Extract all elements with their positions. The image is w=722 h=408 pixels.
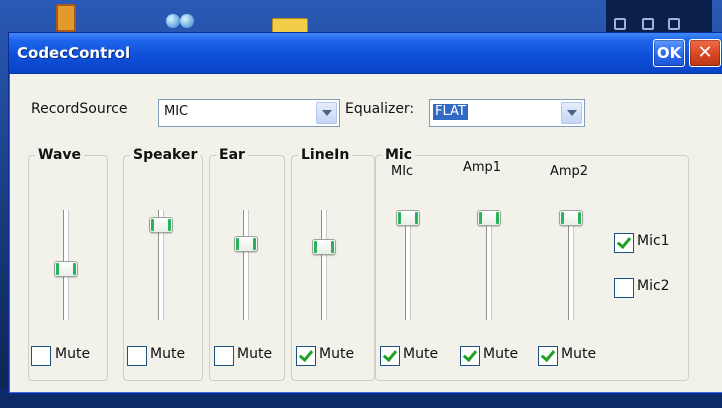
speaker-group-label: Speaker — [130, 147, 201, 163]
mic2-checkbox[interactable] — [614, 278, 634, 298]
speaker-mute-checkbox[interactable] — [127, 346, 147, 366]
window-title: CodecControl — [17, 44, 131, 62]
mic-slider-track[interactable] — [405, 210, 411, 320]
linein-group: LineIn Mute — [291, 147, 375, 381]
wave-mute-checkbox[interactable] — [31, 346, 51, 366]
mic1-checkbox[interactable] — [614, 233, 634, 253]
chevron-down-icon[interactable] — [561, 102, 582, 124]
speaker-slider-thumb[interactable] — [149, 217, 173, 233]
codec-control-window: CodecControl OK ✕ RecordSource MIC Equal… — [8, 32, 722, 394]
amp2-mute-label: Mute — [561, 346, 597, 362]
ok-button[interactable]: OK — [653, 39, 685, 67]
mic-group: Mic MIc Amp1 Amp2 Mute Mute Mute Mic1 Mi… — [375, 147, 689, 381]
title-bar[interactable]: CodecControl OK ✕ — [9, 33, 722, 74]
mic-mute-label: Mute — [403, 346, 439, 362]
equalizer-select[interactable]: FLAT — [429, 99, 585, 127]
wave-group-label: Wave — [35, 147, 85, 163]
ear-mute-checkbox[interactable] — [214, 346, 234, 366]
document-icon[interactable] — [56, 4, 76, 32]
mic-slider-thumb[interactable] — [396, 210, 420, 226]
wave-mute-label: Mute — [55, 346, 91, 362]
amp1-mute-checkbox[interactable] — [460, 346, 480, 366]
ear-group: Ear Mute — [209, 147, 285, 381]
linein-group-label: LineIn — [298, 147, 353, 163]
mic-slider-label: MIc — [391, 164, 414, 179]
linein-mute-checkbox[interactable] — [296, 346, 316, 366]
ear-slider-track[interactable] — [243, 210, 249, 320]
amp2-slider-label: Amp2 — [550, 164, 589, 179]
record-source-value: MIC — [164, 104, 189, 119]
equalizer-value: FLAT — [433, 104, 468, 120]
volume-icon[interactable] — [614, 18, 626, 30]
speaker-mute-label: Mute — [150, 346, 186, 362]
linein-mute-label: Mute — [319, 346, 355, 362]
amp2-slider-track[interactable] — [568, 210, 574, 320]
battery-icon[interactable] — [668, 18, 680, 30]
linein-slider-thumb[interactable] — [312, 239, 336, 255]
mic2-label: Mic2 — [637, 278, 670, 294]
chevron-down-icon[interactable] — [316, 102, 337, 124]
network-icon[interactable] — [166, 14, 196, 28]
record-source-label: RecordSource — [31, 101, 128, 117]
ear-group-label: Ear — [216, 147, 248, 163]
linein-slider-track[interactable] — [321, 210, 327, 320]
ear-slider-thumb[interactable] — [234, 236, 258, 252]
speaker-group: Speaker Mute — [123, 147, 203, 381]
wave-group: Wave Mute — [28, 147, 108, 381]
amp1-mute-label: Mute — [483, 346, 519, 362]
record-source-select[interactable]: MIC — [158, 99, 340, 127]
mic1-label: Mic1 — [637, 233, 670, 249]
wave-slider-thumb[interactable] — [54, 261, 78, 277]
ear-mute-label: Mute — [237, 346, 273, 362]
amp2-slider-thumb[interactable] — [559, 210, 583, 226]
brightness-icon[interactable] — [642, 18, 654, 30]
amp1-slider-thumb[interactable] — [477, 210, 501, 226]
amp1-slider-label: Amp1 — [463, 160, 502, 175]
close-button[interactable]: ✕ — [689, 39, 721, 67]
equalizer-label: Equalizer: — [345, 101, 415, 117]
amp2-mute-checkbox[interactable] — [538, 346, 558, 366]
amp1-slider-track[interactable] — [486, 210, 492, 320]
mic-group-label: Mic — [382, 147, 416, 163]
mic-mute-checkbox[interactable] — [380, 346, 400, 366]
